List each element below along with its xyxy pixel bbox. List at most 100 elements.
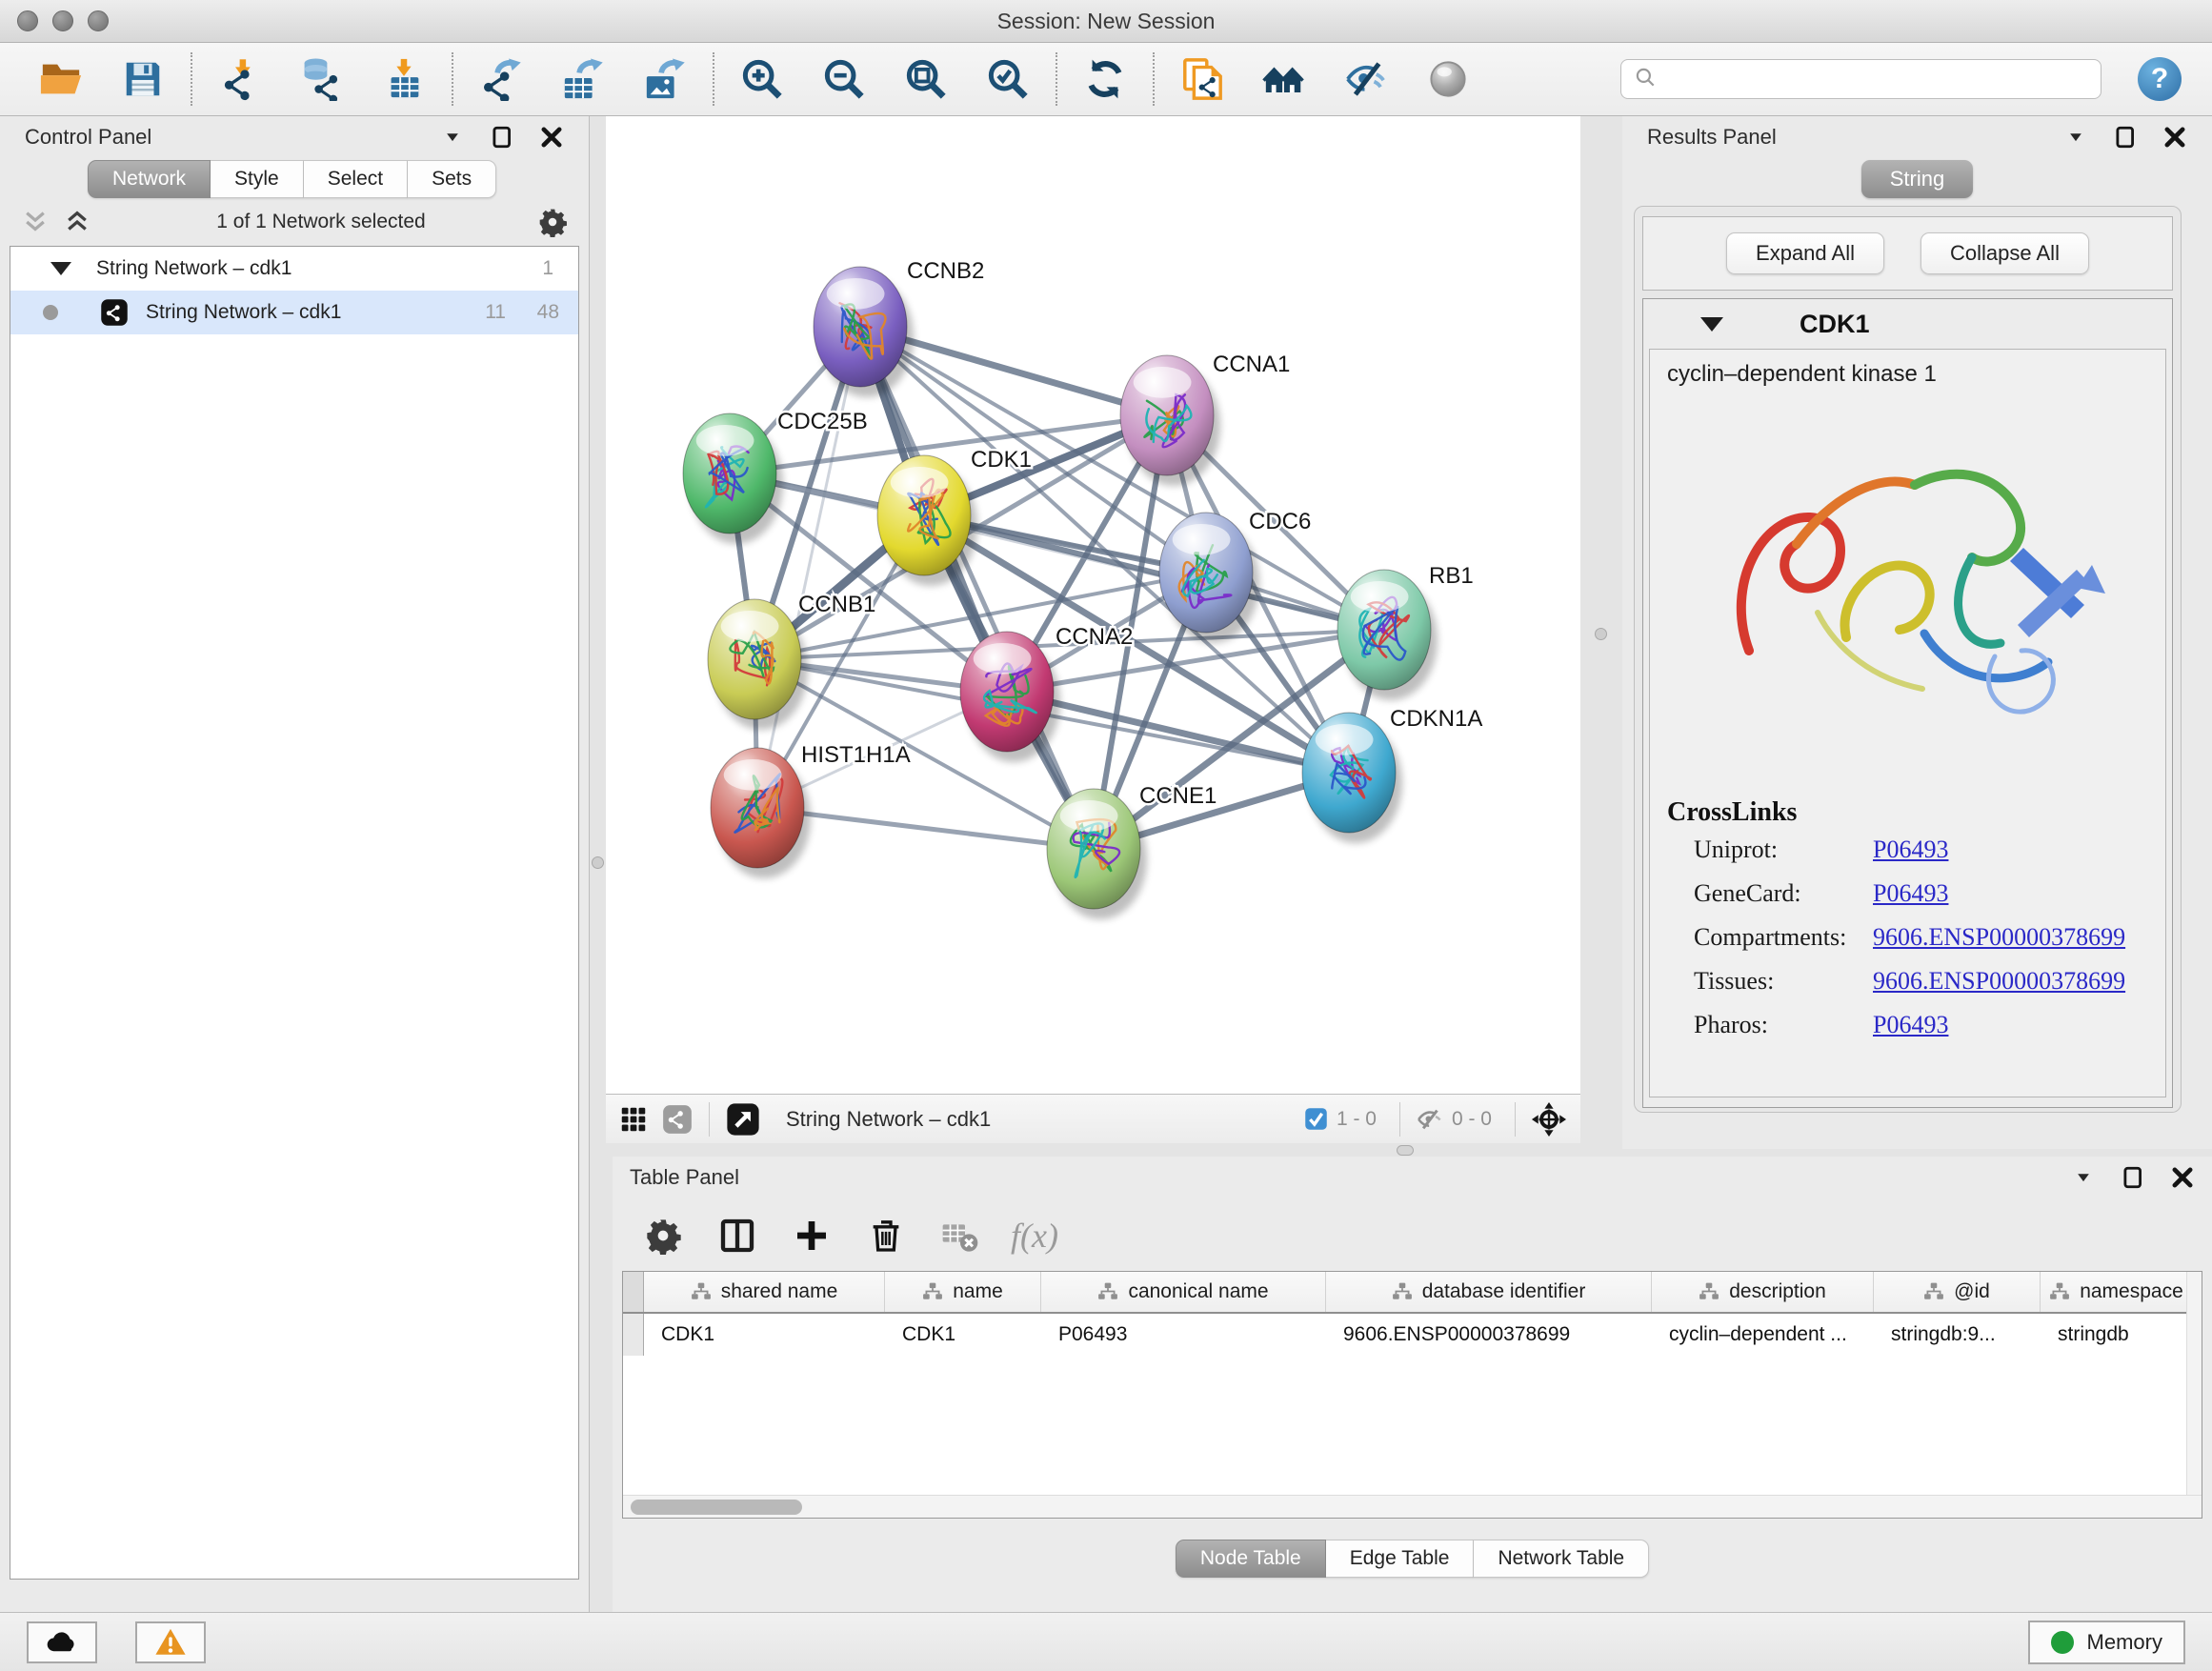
cloud-button[interactable] [27,1621,97,1663]
network-options-gear-icon[interactable] [537,207,568,237]
network-view-canvas[interactable]: CCNB2CCNA1CDC25BCDK1CDC6RB1CCNB1CCNA2CDK… [606,116,1580,1094]
export-network-icon[interactable] [478,56,524,102]
table-cell[interactable]: stringdb [2041,1314,2193,1356]
table-vertical-scrollbar[interactable] [2186,1272,2202,1495]
birds-eye-view-icon[interactable] [725,1101,761,1137]
open-file-icon[interactable] [38,56,84,102]
tab-select[interactable]: Select [304,160,408,198]
column-type-icon [1097,1281,1118,1302]
panel-menu-icon[interactable] [440,125,465,150]
float-panel-icon[interactable] [2121,1165,2145,1190]
tab-style[interactable]: Style [211,160,304,198]
memory-button[interactable]: Memory [2028,1621,2185,1664]
search-field[interactable] [1620,59,2101,99]
selected-counts: 1 - 0 [1337,1108,1377,1131]
close-window-button[interactable] [17,10,38,31]
tab-sets[interactable]: Sets [408,160,496,198]
crosslink-link[interactable]: P06493 [1873,836,1948,864]
crosslink-label: Uniprot: [1694,836,1873,864]
table-cell[interactable]: CDK1 [885,1314,1041,1356]
column-header-namespace[interactable]: namespace [2041,1272,2193,1312]
minimize-window-button[interactable] [52,10,73,31]
column-header-shared-name[interactable]: shared name [644,1272,885,1312]
panel-menu-icon[interactable] [2063,125,2088,150]
crosslink-link[interactable]: 9606.ENSP00000378699 [1873,967,2125,996]
table-cell[interactable]: P06493 [1041,1314,1326,1356]
search-input[interactable] [1665,69,2089,91]
refresh-icon[interactable] [1082,56,1128,102]
string-badge-icon[interactable] [661,1103,694,1136]
hidden-eye-slash-icon[interactable] [1416,1105,1444,1134]
clear-table-icon[interactable] [938,1214,982,1258]
expand-all-button[interactable]: Expand All [1726,232,1884,274]
table-cell[interactable]: 9606.ENSP00000378699 [1326,1314,1652,1356]
table-horizontal-scrollbar[interactable] [623,1495,2202,1518]
home-icon[interactable] [1261,56,1307,102]
svg-text:HIST1H1A: HIST1H1A [801,742,911,768]
gear-icon[interactable] [641,1214,685,1258]
tab-node-table[interactable]: Node Table [1176,1540,1326,1578]
fx-icon[interactable]: f(x) [1013,1214,1056,1258]
zoom-selected-icon[interactable] [985,56,1031,102]
table-row[interactable]: CDK1CDK1P064939606.ENSP00000378699cyclin… [623,1314,2202,1356]
panel-menu-icon[interactable] [2071,1165,2096,1190]
grid-view-icon[interactable] [619,1105,648,1134]
add-column-icon[interactable] [790,1214,834,1258]
float-panel-icon[interactable] [2113,125,2138,150]
fit-selected-crosshair-icon[interactable] [1531,1101,1567,1137]
bottom-splitter-handle[interactable] [1397,1145,1414,1156]
column-header-database-identifier[interactable]: database identifier [1326,1272,1652,1312]
tab-network[interactable]: Network [88,160,211,198]
table-cell[interactable]: stringdb:9... [1874,1314,2041,1356]
close-panel-icon[interactable] [2162,125,2187,150]
left-splitter-handle[interactable] [592,856,604,869]
delete-column-icon[interactable] [864,1214,908,1258]
close-panel-icon[interactable] [539,125,564,150]
current-network-dot [43,305,58,320]
import-network-database-icon[interactable] [299,56,345,102]
scrollbar-thumb[interactable] [631,1500,802,1515]
save-session-icon[interactable] [120,56,166,102]
column-header-description[interactable]: description [1652,1272,1874,1312]
right-splitter-handle[interactable] [1595,628,1607,640]
column-header-name[interactable]: name [885,1272,1041,1312]
svg-text:CDK1: CDK1 [971,447,1032,473]
control-panel: Control Panel NetworkStyleSelectSets 1 o… [0,116,590,1612]
crosslink-link[interactable]: P06493 [1873,879,1948,908]
table-cell[interactable]: cyclin–dependent ... [1652,1314,1874,1356]
columns-icon[interactable] [715,1214,759,1258]
session-network-icon[interactable] [1179,56,1225,102]
column-header-id[interactable]: @id [1874,1272,2041,1312]
network-list: String Network – cdk1 1 String Network –… [10,246,579,1580]
collection-caret-icon[interactable] [50,262,71,275]
tab-network-table[interactable]: Network Table [1474,1540,1649,1578]
collapse-all-icon[interactable] [21,208,50,236]
column-header-canonical-name[interactable]: canonical name [1041,1272,1326,1312]
crosslink-link[interactable]: P06493 [1873,1011,1948,1039]
network-row-selected[interactable]: String Network – cdk1 11 48 [10,291,578,334]
collapse-all-button[interactable]: Collapse All [1920,232,2089,274]
import-table-icon[interactable] [381,56,427,102]
zoom-in-icon[interactable] [739,56,785,102]
export-table-icon[interactable] [560,56,606,102]
import-network-file-icon[interactable] [217,56,263,102]
network-collection-row[interactable]: String Network – cdk1 1 [10,247,578,291]
float-panel-icon[interactable] [490,125,514,150]
zoom-fit-icon[interactable] [903,56,949,102]
protein-section-header[interactable]: CDK1 [1643,299,2172,349]
tab-string[interactable]: String [1861,160,1973,198]
section-caret-icon[interactable] [1700,317,1723,332]
table-cell[interactable]: CDK1 [644,1314,885,1356]
crosslink-link[interactable]: 9606.ENSP00000378699 [1873,923,2125,952]
warnings-button[interactable] [135,1621,206,1663]
hide-graphics-icon[interactable] [1343,56,1389,102]
selected-checkbox-icon[interactable] [1303,1106,1329,1132]
zoom-out-icon[interactable] [821,56,867,102]
help-button[interactable]: ? [2138,57,2182,101]
expand-all-icon[interactable] [63,208,91,236]
close-panel-icon[interactable] [2170,1165,2195,1190]
export-image-icon[interactable] [642,56,688,102]
tab-edge-table[interactable]: Edge Table [1326,1540,1475,1578]
maximize-window-button[interactable] [88,10,109,31]
show-graphics-icon[interactable] [1425,56,1471,102]
